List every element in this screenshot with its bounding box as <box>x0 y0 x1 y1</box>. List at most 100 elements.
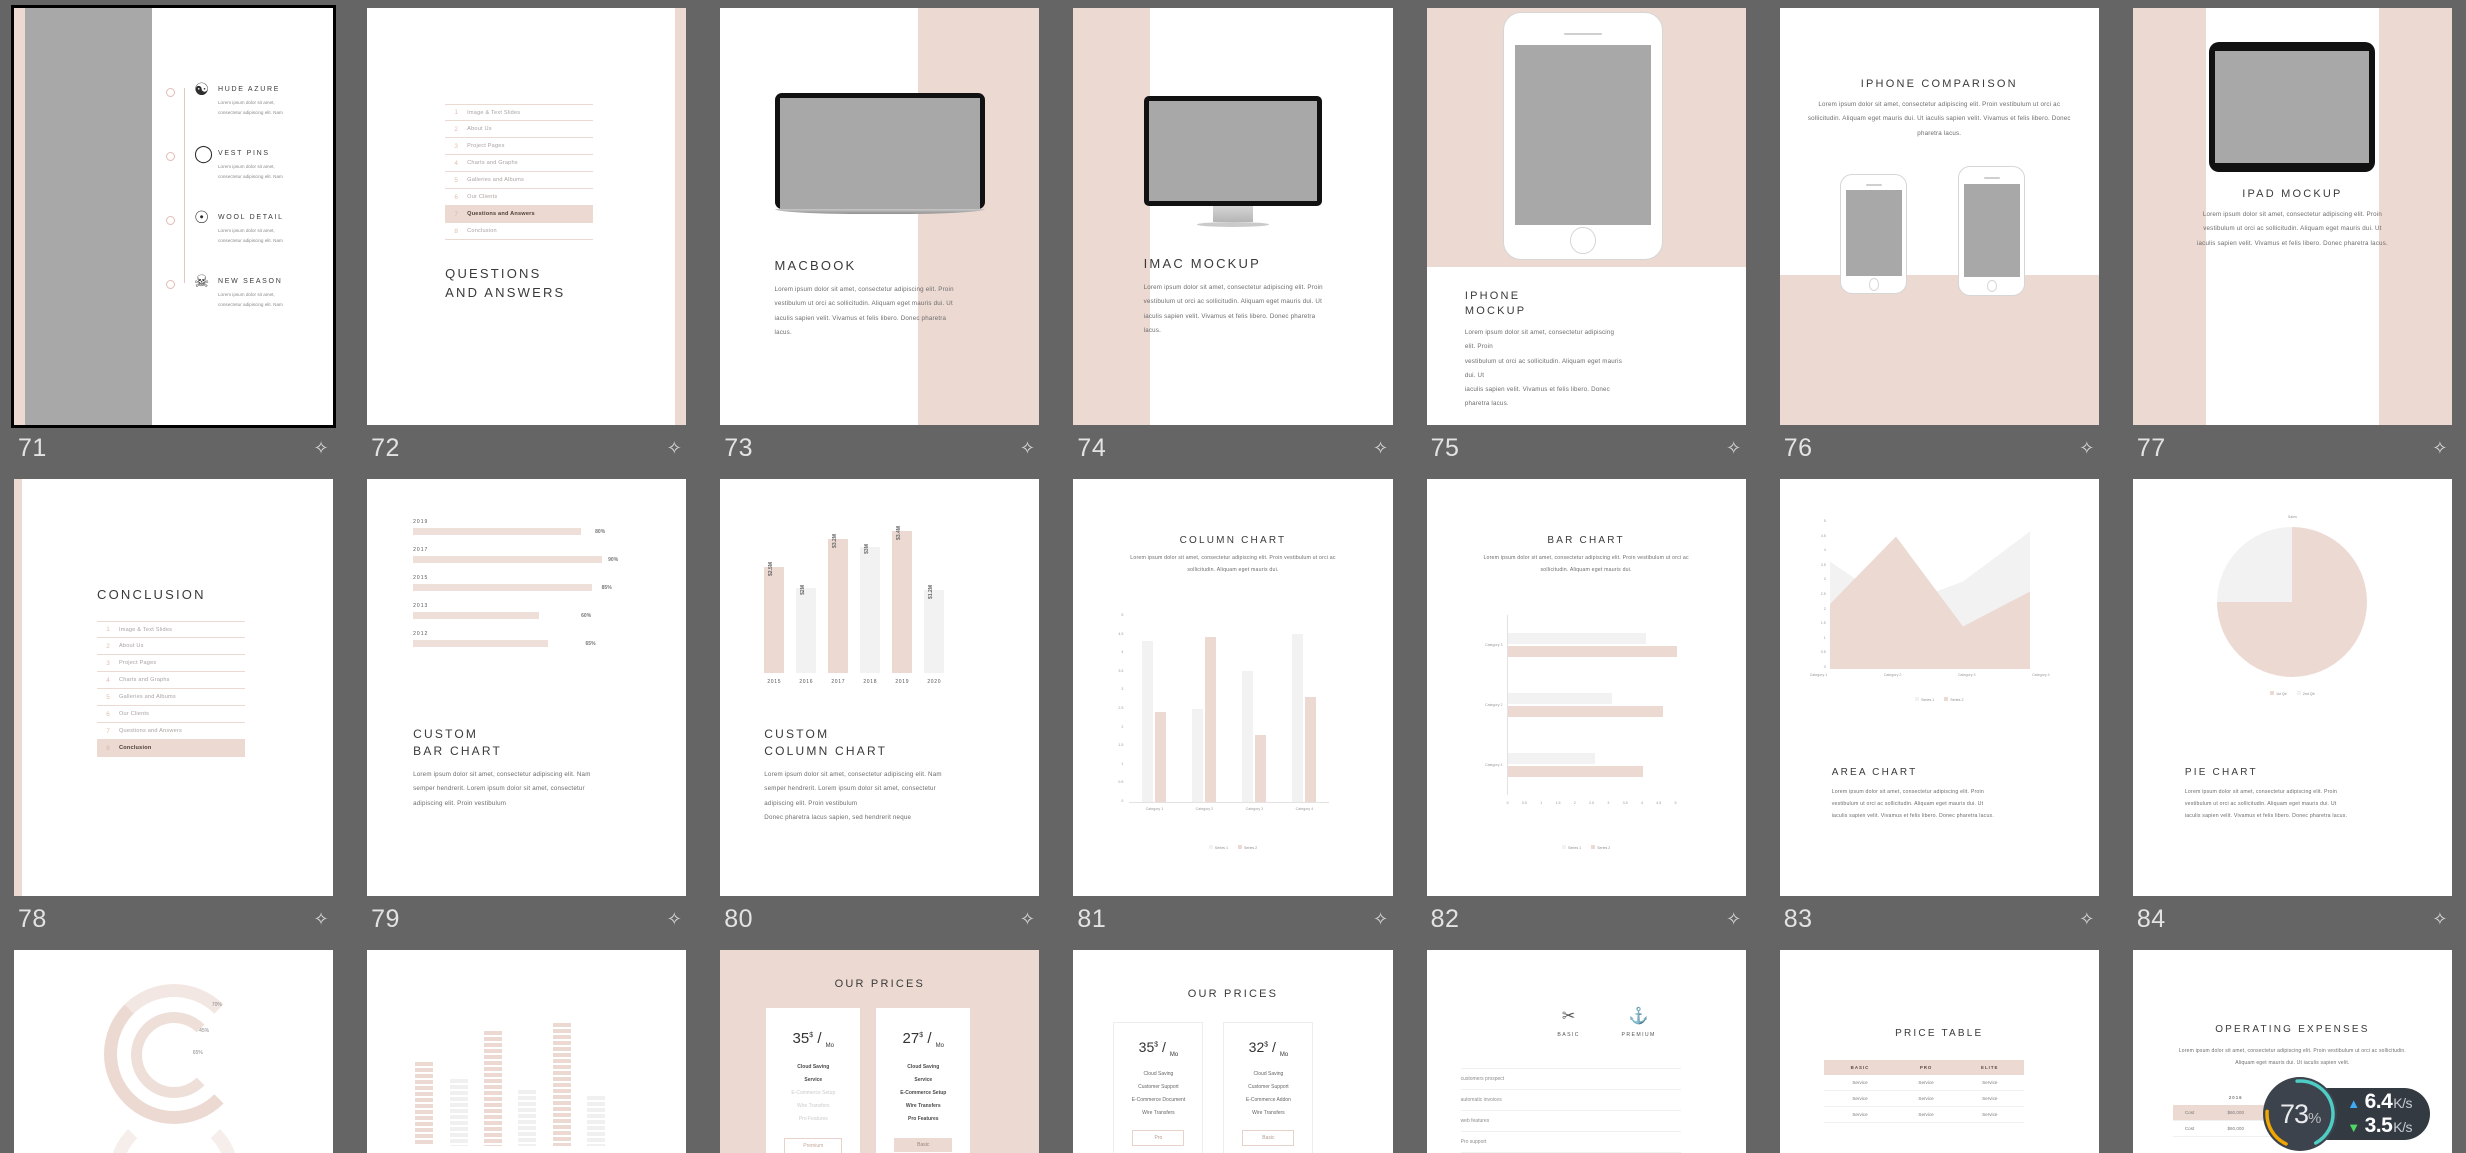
slide-thumbnail-79[interactable]: 2019 80% 2017 90% 2015 85% 2013 60% 2012… <box>367 479 687 896</box>
bar-category: 2015 <box>413 575 429 581</box>
star-icon[interactable]: ✧ <box>2079 438 2095 459</box>
slide-thumbnail-85[interactable]: 70% 45% 65% 70% <box>14 950 334 1153</box>
toc-row[interactable]: 7 Questions and Answers <box>97 723 245 740</box>
network-speed-hud[interactable]: 73% ▲ 6.4 K/s ▼ 3.5 K/s <box>2263 1077 2430 1151</box>
plan-button-premium[interactable]: Premium <box>784 1138 843 1153</box>
axis-tick: 3.5 <box>1118 668 1124 673</box>
slide-number: 83 <box>1783 904 1813 933</box>
slide-thumbnail-90[interactable]: PRICE TABLE BASIC PRO ELITE Service Serv… <box>1779 950 2099 1153</box>
slide-thumbnail-76[interactable]: IPHONE COMPARISON Lorem ipsum dolor sit … <box>1779 8 2099 425</box>
toc-row[interactable]: 5 Galleries and Albums <box>97 689 245 706</box>
slide-thumbnail-89[interactable]: ✂ BASIC ⚓ PREMIUM customers prospect aut… <box>1426 950 1746 1153</box>
toc-number: 4 <box>106 676 110 684</box>
toc-row[interactable]: 6 Our Clients <box>97 706 245 723</box>
toc-label: Our Clients <box>467 194 498 200</box>
cpu-usage-ring[interactable]: 73% <box>2263 1077 2338 1151</box>
bar-value: 65% <box>585 640 596 647</box>
slide-cell-71[interactable]: ☯ HUDE AZURE Lorem ipsum dolor sit amet,… <box>10 5 337 479</box>
slide-cell-88[interactable]: OUR PRICES 35$ / Mo Cloud Saving Custome… <box>1073 950 1393 1153</box>
slide-cell-90[interactable]: PRICE TABLE BASIC PRO ELITE Service Serv… <box>1779 950 2099 1153</box>
slide-cell-73[interactable]: MACBOOK Lorem ipsum dolor sit amet, cons… <box>720 8 1040 479</box>
slide-cell-87[interactable]: OUR PRICES 35$ / Mo Cloud Saving Service… <box>720 950 1040 1153</box>
slide-thumbnail-78[interactable]: CONCLUSION 1 Image & Text Slides 2 About U… <box>14 479 334 896</box>
slide-thumbnail-81[interactable]: COLUMN CHART Lorem ipsum dolor sit amet,… <box>1073 479 1393 896</box>
price-card-basic[interactable]: 27$ / Mo Cloud Saving Service E-Commerce… <box>876 1008 971 1153</box>
toc-row[interactable]: 2 About Us <box>445 121 594 138</box>
price-card-pro[interactable]: 35$ / Mo Cloud Saving Customer Support E… <box>1113 1022 1204 1153</box>
toc-row[interactable]: 4 Charts and Graphs <box>97 672 245 689</box>
slide-cell-74[interactable]: IMAC MOCKUP Lorem ipsum dolor sit amet, … <box>1073 8 1393 479</box>
line2: consectetur adipiscing elit. Nam <box>218 173 283 179</box>
slide-number: 80 <box>724 904 754 933</box>
custom-column-chart: $2.5M $2M $3.2M $3M $3.4M $1.2M <box>764 513 945 673</box>
star-icon[interactable]: ✧ <box>1020 438 1036 459</box>
toc-row[interactable]: 3 Project Pages <box>97 655 245 672</box>
column-bar: $3.4M <box>892 526 913 673</box>
slide-cell-76[interactable]: IPHONE COMPARISON Lorem ipsum dolor sit … <box>1779 8 2099 479</box>
plan-button-pro[interactable]: Pro <box>1132 1129 1185 1146</box>
slide-cell-72[interactable]: 1 Image & Text Slides 2 About Us 3 Project … <box>367 8 687 479</box>
slide-thumbnail-71[interactable]: ☯ HUDE AZURE Lorem ipsum dolor sit amet,… <box>10 5 337 428</box>
toc-row-active[interactable]: 8 Conclusion <box>97 740 245 757</box>
star-icon[interactable]: ✧ <box>1020 909 1036 930</box>
star-icon[interactable]: ✧ <box>667 909 683 930</box>
table-cell: Service <box>1955 1106 2024 1123</box>
slide-thumbnail-84[interactable]: Sales 1st Qtr 2nd Qtr PIE CHART Lorem ip… <box>2132 479 2452 896</box>
star-icon[interactable]: ✧ <box>1373 438 1389 459</box>
price-card-basic[interactable]: 32$ / Mo Cloud Saving Customer Support E… <box>1223 1022 1314 1153</box>
plan-button-basic[interactable]: Basic <box>1242 1129 1295 1146</box>
star-icon[interactable]: ✧ <box>667 438 683 459</box>
price-card-premium[interactable]: 35$ / Mo Cloud Saving Service E-Commerce… <box>766 1008 861 1153</box>
slide-thumbnail-74[interactable]: IMAC MOCKUP Lorem ipsum dolor sit amet, … <box>1073 8 1393 425</box>
star-icon[interactable]: ✧ <box>1726 909 1742 930</box>
slide-thumbnail-88[interactable]: OUR PRICES 35$ / Mo Cloud Saving Custome… <box>1073 950 1393 1153</box>
axis-tick: 2016 <box>799 679 814 685</box>
star-icon[interactable]: ✧ <box>1726 438 1742 459</box>
slide-thumbnail-87[interactable]: OUR PRICES 35$ / Mo Cloud Saving Service… <box>720 950 1040 1153</box>
star-icon[interactable]: ✧ <box>2432 438 2448 459</box>
slide-cell-85[interactable]: 70% 45% 65% 70% 85 ✧ <box>14 950 334 1153</box>
slide-cell-86[interactable]: 86 ✧ <box>367 950 687 1153</box>
toc-row[interactable]: 1 Image & Text Slides <box>445 104 594 121</box>
slide-cell-81[interactable]: COLUMN CHART Lorem ipsum dolor sit amet,… <box>1073 479 1393 950</box>
slide-subtitle: COLUMN CHART <box>764 744 888 758</box>
star-icon[interactable]: ✧ <box>314 438 330 459</box>
plan-button-basic[interactable]: Basic <box>894 1138 953 1152</box>
slide-cell-78[interactable]: CONCLUSION 1 Image & Text Slides 2 About U… <box>14 479 334 950</box>
toc-row[interactable]: 6 Our Clients <box>445 189 594 206</box>
slide-thumbnail-80[interactable]: $2.5M $2M $3.2M $3M $3.4M $1.2M 2015 201… <box>720 479 1040 896</box>
column-bar: $3M <box>860 544 881 673</box>
star-icon[interactable]: ✧ <box>2079 909 2095 930</box>
slide-cell-82[interactable]: BAR CHART Lorem ipsum dolor sit amet, co… <box>1426 479 1746 950</box>
toc-row[interactable]: 3 Project Pages <box>445 138 594 155</box>
slide-grid[interactable]: ☯ HUDE AZURE Lorem ipsum dolor sit amet,… <box>0 0 2466 1153</box>
slide-cell-84[interactable]: Sales 1st Qtr 2nd Qtr PIE CHART Lorem ip… <box>2132 479 2452 950</box>
toc-row[interactable]: 4 Charts and Graphs <box>445 155 594 172</box>
star-icon[interactable]: ✧ <box>2432 909 2448 930</box>
star-icon[interactable]: ✧ <box>1373 909 1389 930</box>
slide-cell-77[interactable]: IPAD MOCKUP Lorem ipsum dolor sit amet, … <box>2132 8 2452 479</box>
bar-category: 2012 <box>413 631 429 637</box>
toc-row[interactable]: 2 About Us <box>97 638 245 655</box>
toc-row-active[interactable]: 7 Questions and Answers <box>445 206 594 223</box>
slide-thumbnail-86[interactable] <box>367 950 687 1153</box>
slide-cell-83[interactable]: 5 4.5 4 3.5 3 2.5 2 1.5 1 0.5 0 Category… <box>1779 479 2099 950</box>
slide-cell-79[interactable]: 2019 80% 2017 90% 2015 85% 2013 60% 2012… <box>367 479 687 950</box>
slide-thumbnail-73[interactable]: MACBOOK Lorem ipsum dolor sit amet, cons… <box>720 8 1040 425</box>
toc-row[interactable]: 8 Conclusion <box>445 223 594 240</box>
slide-cell-75[interactable]: IPHONE MOCKUP Lorem ipsum dolor sit amet… <box>1426 8 1746 479</box>
axis-tick: 0.5 <box>1118 780 1124 785</box>
slide-thumbnail-83[interactable]: 5 4.5 4 3.5 3 2.5 2 1.5 1 0.5 0 Category… <box>1779 479 2099 896</box>
slide-thumbnail-82[interactable]: BAR CHART Lorem ipsum dolor sit amet, co… <box>1426 479 1746 896</box>
star-icon[interactable]: ✧ <box>314 909 330 930</box>
slide-cell-80[interactable]: $2.5M $2M $3.2M $3M $3.4M $1.2M 2015 201… <box>720 479 1040 950</box>
line2: semper hendrerit. Lorem ipsum dolor sit … <box>764 785 936 793</box>
slide-cell-89[interactable]: ✂ BASIC ⚓ PREMIUM customers prospect aut… <box>1426 950 1746 1153</box>
toc-label: Our Clients <box>119 711 150 717</box>
toc-row[interactable]: 5 Galleries and Albums <box>445 172 594 189</box>
toc-row[interactable]: 1 Image & Text Slides <box>97 621 245 638</box>
slide-thumbnail-75[interactable]: IPHONE MOCKUP Lorem ipsum dolor sit amet… <box>1426 8 1746 425</box>
slide-thumbnail-72[interactable]: 1 Image & Text Slides 2 About Us 3 Project … <box>367 8 687 425</box>
slide-thumbnail-77[interactable]: IPAD MOCKUP Lorem ipsum dolor sit amet, … <box>2132 8 2452 425</box>
hot-air-balloon-icon: ☉ <box>194 208 210 227</box>
